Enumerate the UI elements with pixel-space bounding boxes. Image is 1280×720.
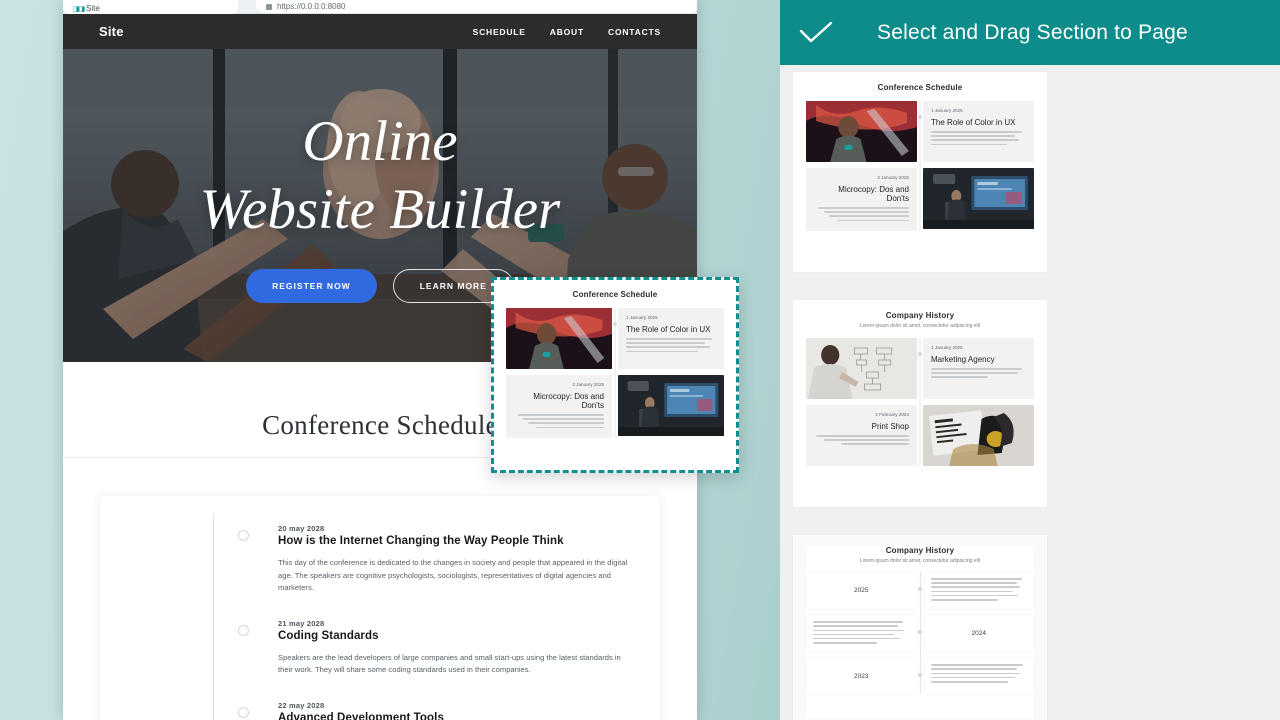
timeline-item: 21 may 2028 Coding Standards Speakers ar…	[130, 619, 630, 677]
timeline-dot-icon	[238, 706, 249, 718]
thumbnail-item-date: 1 January 2025	[931, 108, 963, 113]
browser-url-bar[interactable]: https://0.0.0.0:8080	[256, 0, 697, 13]
section-thumbnails-list[interactable]: Conference Schedule 1 January 2025 The R…	[780, 65, 1060, 720]
check-icon[interactable]	[795, 21, 837, 45]
browser-tab-title: Site	[86, 4, 100, 13]
hero-title-line-2: Website Builder	[199, 177, 561, 241]
panel-header: Select and Drag Section to Page	[780, 0, 1280, 65]
thumbnail-image	[806, 101, 917, 162]
thumbnail-item: 2 January 2025 Microcopy: Dos and Don'ts	[806, 168, 917, 231]
panel-title: Select and Drag Section to Page	[877, 20, 1188, 44]
dragged-section-item-1: 1 January 2025 The Role of Color in UX	[618, 308, 724, 369]
thumbnail-item: 1 January 2025 The Role of Color in UX	[923, 101, 1034, 162]
site-nav-link-contacts[interactable]: CONTACTS	[608, 27, 661, 37]
timeline-dot-icon	[238, 624, 249, 636]
thumbnail-heading: Company History	[885, 546, 955, 555]
dragged-section-heading: Conference Schedule	[572, 290, 658, 299]
timeline-section: 20 may 2028 How is the Internet Changing…	[100, 496, 660, 720]
dragged-item-title: Microcopy: Dos and Don'ts	[533, 392, 604, 410]
site-nav-link-schedule[interactable]: SCHEDULE	[473, 27, 526, 37]
thumbnail-heading: Conference Schedule	[877, 83, 963, 92]
thumbnail-item: 1 January 2025 Marketing Agency	[923, 338, 1034, 399]
site-favicon-icon: ◨◨	[73, 6, 85, 13]
timeline-item-title: How is the Internet Changing the Way Peo…	[278, 535, 564, 547]
browser-chrome: ◨◨ Site https://0.0.0.0:8080	[63, 0, 697, 14]
thumbnail-image	[923, 405, 1034, 466]
dragged-item-date: 2 January 2025	[572, 382, 604, 387]
thumbnail-item-title: Print Shop	[871, 422, 909, 431]
dragged-item-title: The Role of Color in UX	[626, 325, 711, 334]
timeline-item: 22 may 2028 Advanced Development Tools W…	[130, 701, 630, 720]
site-nav-link-about[interactable]: ABOUT	[550, 27, 584, 37]
section-thumbnail-company-history[interactable]: Company History Lorem ipsum dolor sit am…	[793, 300, 1047, 507]
dragged-item-date: 1 January 2025	[626, 315, 658, 320]
page-icon	[266, 4, 272, 10]
thumbnail-item-title: Microcopy: Dos and Don'ts	[838, 185, 909, 203]
thumbnail-item-title: The Role of Color in UX	[931, 118, 1016, 127]
timeline-item-date: 20 may 2028	[278, 524, 325, 533]
timeline-item-title: Coding Standards	[278, 629, 379, 642]
site-navbar: Site SCHEDULE ABOUT CONTACTS	[63, 14, 697, 49]
thumbnail-year-label: 2023	[854, 672, 869, 680]
timeline-item-text: Speakers are the lead developers of larg…	[278, 652, 621, 675]
timeline-item: 20 may 2028 How is the Internet Changing…	[130, 524, 630, 595]
timeline-dot-icon	[238, 530, 249, 541]
thumbnail-year-row: 2024	[806, 615, 1034, 653]
thumbnail-year-row: 2025	[806, 572, 1034, 610]
register-now-button[interactable]: REGISTER NOW	[246, 268, 377, 303]
thumbnail-item-title: Marketing Agency	[931, 355, 995, 364]
thumbnail-heading: Company History	[885, 311, 955, 320]
dragged-section-item-2: 2 January 2025 Microcopy: Dos and Don'ts	[506, 375, 612, 438]
browser-tab[interactable]: ◨◨ Site	[63, 0, 238, 14]
site-nav-links: SCHEDULE ABOUT CONTACTS	[473, 27, 661, 37]
sections-panel: Select and Drag Section to Page Conferen…	[780, 0, 1280, 720]
browser-url-text: https://0.0.0.0:8080	[277, 2, 346, 11]
thumbnail-subheading: Lorem ipsum dolor sit amet, consectetur …	[859, 558, 981, 564]
thumbnail-image	[923, 168, 1034, 229]
timeline-item-text: This day of the conference is dedicated …	[278, 558, 628, 593]
thumbnail-image	[806, 338, 917, 399]
timeline-item-date: 22 may 2028	[278, 700, 325, 710]
thumbnail-year-label: 2025	[854, 587, 869, 595]
thumbnail-item-date: 2 February 2024	[875, 412, 909, 417]
timeline-item-date: 21 may 2028	[278, 618, 325, 628]
section-thumbnail-company-history-years[interactable]: Company History Lorem ipsum dolor sit am…	[793, 535, 1047, 720]
thumbnail-item-date: 1 January 2025	[931, 345, 963, 350]
app-root: ◨◨ Site https://0.0.0.0:8080 Site SCHEDU…	[0, 0, 1280, 720]
thumbnail-year-label: 2024	[971, 630, 986, 638]
timeline-item-title: Advanced Development Tools	[278, 711, 444, 720]
thumbnail-year-row: 2023	[806, 658, 1034, 695]
thumbnail-subheading: Lorem ipsum dolor sit amet, consectetur …	[859, 323, 981, 329]
hero-title: Online Website Builder	[200, 108, 560, 243]
hero-title-line-1: Online	[302, 110, 458, 174]
site-logo[interactable]: Site	[99, 24, 124, 39]
thumbnail-item: 2 February 2024 Print Shop	[806, 405, 917, 466]
dragged-section-preview[interactable]: Conference Schedule 1 January 2025 The R…	[491, 277, 739, 473]
section-thumbnail-conference-schedule[interactable]: Conference Schedule 1 January 2025 The R…	[793, 72, 1047, 272]
dragged-section-image-1	[506, 308, 612, 369]
thumbnail-item-date: 2 January 2025	[877, 175, 909, 180]
dragged-section-image-2	[618, 375, 724, 436]
